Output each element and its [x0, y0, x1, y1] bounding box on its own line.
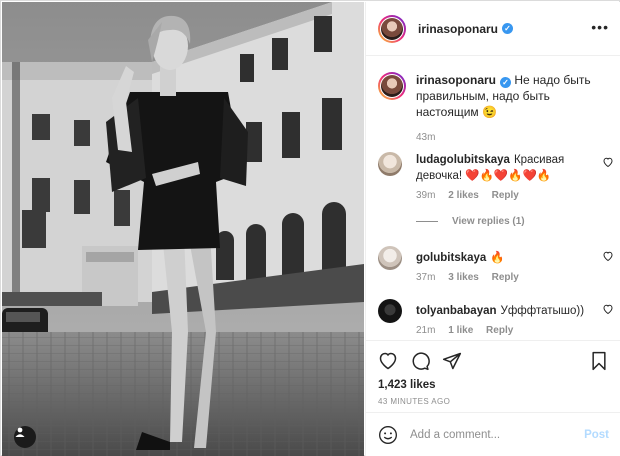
caption-username[interactable]: irinasoponaru — [416, 73, 496, 87]
author-avatar[interactable] — [378, 14, 406, 43]
user-tag-icon — [15, 427, 25, 437]
post-caption: irinasoponaru ✓ Не надо быть правильным, … — [378, 72, 614, 143]
action-icons — [378, 351, 462, 371]
reply-button[interactable]: Reply — [486, 325, 513, 336]
caption-author-avatar[interactable] — [378, 72, 406, 100]
caption-body: irinasoponaru ✓ Не надо быть правильным, … — [416, 72, 614, 120]
like-comment-heart-icon[interactable] — [602, 156, 614, 168]
caption-time[interactable]: 43m — [416, 132, 614, 143]
reply-button[interactable]: Reply — [492, 190, 519, 201]
comment-time[interactable]: 21m — [416, 325, 435, 336]
replies-divider — [416, 220, 438, 222]
comment-body: golubitskaya 🔥 — [416, 246, 592, 266]
post-actions: 1,423 likes 43 MINUTES AGO — [366, 340, 620, 412]
comment-meta: 37m 3 likes Reply — [416, 272, 614, 283]
comment-time[interactable]: 39m — [416, 190, 435, 201]
like-comment-heart-icon[interactable] — [602, 250, 614, 262]
comment-username[interactable]: tolyanbabayan — [416, 305, 497, 317]
comment-meta: 39m 2 likes Reply — [416, 190, 614, 201]
emoji-smiley-icon[interactable] — [378, 425, 398, 445]
caption-verified-badge-icon: ✓ — [500, 77, 512, 88]
comment-likes[interactable]: 2 likes — [448, 190, 479, 201]
comment-avatar[interactable] — [378, 299, 402, 323]
comment-time[interactable]: 37m — [416, 272, 435, 283]
share-paper-plane-icon[interactable] — [442, 351, 462, 371]
likes-count[interactable]: 1,423 likes — [378, 379, 436, 391]
more-options-icon[interactable]: ••• — [591, 20, 609, 34]
comment-username[interactable]: golubitskaya — [416, 252, 486, 264]
comment-input[interactable] — [410, 428, 575, 441]
add-comment-bar: Post — [366, 412, 620, 456]
comment-meta: 21m 1 like Reply — [416, 325, 614, 336]
comment-body: tolyanbabayan Уфффтатышо)) — [416, 299, 592, 319]
author-username[interactable]: irinasoponaru — [418, 22, 498, 36]
like-comment-heart-icon[interactable] — [602, 303, 614, 315]
comment-avatar[interactable] — [378, 246, 402, 270]
post-header: irinasoponaru ✓ ••• — [366, 2, 620, 56]
post-photo[interactable] — [2, 2, 364, 456]
comment-username[interactable]: ludagolubitskaya — [416, 154, 510, 166]
post-sidebar: irinasoponaru ✓ ••• irinasoponaru ✓ Не на… — [365, 2, 620, 456]
view-replies-label: View replies (1) — [452, 216, 525, 227]
comment-body: ludagolubitskaya Красивая девочка! ❤️🔥❤️🔥… — [416, 152, 592, 184]
verified-badge-icon: ✓ — [502, 23, 514, 34]
view-replies-button[interactable]: View replies (1) — [416, 216, 525, 227]
reply-button[interactable]: Reply — [492, 272, 519, 283]
comment-item: ludagolubitskaya Красивая девочка! ❤️🔥❤️🔥… — [378, 152, 614, 201]
comment-item: golubitskaya 🔥 37m 3 likes Reply — [378, 246, 614, 283]
comment-avatar[interactable] — [378, 152, 402, 176]
comment-bubble-icon[interactable] — [410, 351, 430, 371]
posted-time[interactable]: 43 MINUTES AGO — [378, 397, 450, 406]
save-bookmark-icon[interactable] — [589, 351, 609, 371]
comment-item: tolyanbabayan Уфффтатышо)) 21m 1 like Rep… — [378, 299, 614, 336]
like-heart-icon[interactable] — [378, 351, 398, 371]
comment-likes[interactable]: 1 like — [448, 325, 473, 336]
comment-text: Уфффтатышо)) — [500, 305, 585, 317]
instagram-post: irinasoponaru ✓ ••• irinasoponaru ✓ Не на… — [0, 0, 620, 456]
user-tag-button[interactable] — [14, 426, 36, 448]
photo-image — [2, 2, 364, 456]
comment-text: 🔥 — [490, 252, 505, 264]
comment-likes[interactable]: 3 likes — [448, 272, 479, 283]
post-comment-button[interactable]: Post — [584, 429, 609, 441]
comments-list: irinasoponaru ✓ Не надо быть правильным, … — [366, 56, 620, 340]
